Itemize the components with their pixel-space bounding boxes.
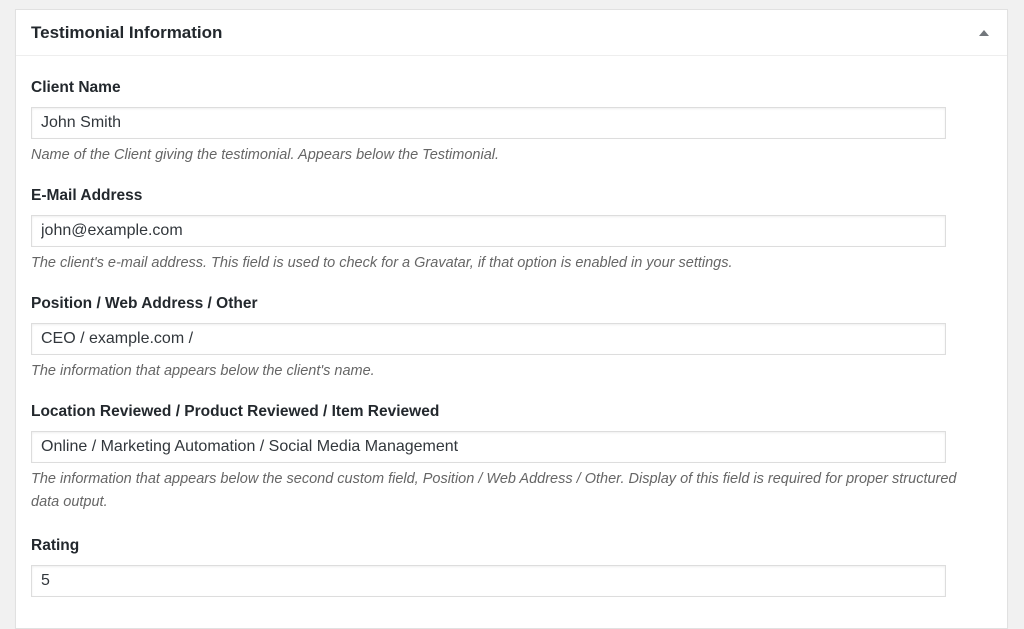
location-input[interactable] <box>31 431 946 463</box>
email-field: E-Mail Address The client's e-mail addre… <box>31 186 946 275</box>
client-name-field: Client Name Name of the Client giving th… <box>31 78 946 167</box>
location-field: Location Reviewed / Product Reviewed / I… <box>31 402 957 514</box>
metabox-title: Testimonial Information <box>31 23 223 42</box>
position-input[interactable] <box>31 323 946 355</box>
position-field: Position / Web Address / Other The infor… <box>31 294 946 383</box>
position-label: Position / Web Address / Other <box>31 295 258 312</box>
location-description: The information that appears below the s… <box>31 471 957 510</box>
rating-input[interactable] <box>31 565 946 597</box>
toggle-panel-button[interactable] <box>969 18 999 48</box>
email-label: E-Mail Address <box>31 187 143 204</box>
client-name-description: Name of the Client giving the testimonia… <box>31 147 500 163</box>
metabox-header: Testimonial Information <box>16 10 1007 56</box>
caret-up-icon <box>979 30 989 36</box>
rating-field: Rating <box>31 536 946 597</box>
testimonial-information-metabox: Testimonial Information Client Name Name… <box>15 9 1008 629</box>
position-description: The information that appears below the c… <box>31 363 375 379</box>
client-name-input[interactable] <box>31 107 946 139</box>
rating-label: Rating <box>31 537 80 554</box>
email-description: The client's e-mail address. This field … <box>31 255 733 271</box>
location-label: Location Reviewed / Product Reviewed / I… <box>31 403 440 420</box>
email-input[interactable] <box>31 215 946 247</box>
client-name-label: Client Name <box>31 79 121 96</box>
